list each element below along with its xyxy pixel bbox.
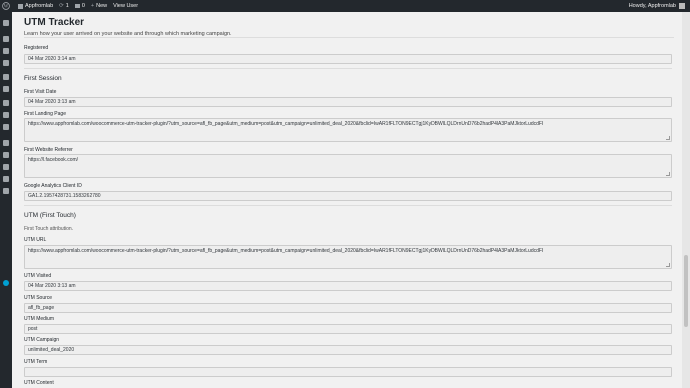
admin-sidebar	[0, 12, 12, 388]
products-icon[interactable]	[3, 100, 9, 106]
page-scrollbar[interactable]	[682, 12, 690, 388]
first-session-heading: First Session	[24, 75, 62, 82]
registered-field[interactable]: 04 Mar 2020 3:14 am	[24, 54, 672, 64]
first-website-referrer-field[interactable]: https://l.facebook.com/	[24, 154, 672, 178]
utm-content-label: UTM Content	[24, 380, 54, 386]
appearance-icon[interactable]	[3, 124, 9, 130]
pin-icon[interactable]	[3, 188, 9, 194]
first-landing-page-field[interactable]: https://www.appfromlab.com/woocommerce-u…	[24, 118, 672, 142]
utm-visited-field[interactable]: 04 Mar 2020 3:13 am	[24, 281, 672, 291]
wordpress-icon[interactable]: W	[0, 0, 12, 12]
first-visit-date-label: First Visit Date	[24, 89, 57, 95]
media-icon[interactable]	[3, 48, 9, 54]
settings-icon[interactable]	[3, 176, 9, 182]
collapse-icon[interactable]	[3, 280, 9, 286]
ga-client-id-field[interactable]: GA1.2.1957428731.1583262780	[24, 191, 672, 201]
utm-medium-label: UTM Medium	[24, 316, 55, 322]
divider	[24, 68, 672, 69]
woocommerce-icon[interactable]	[3, 86, 9, 92]
pages-icon[interactable]	[3, 60, 9, 66]
tools-icon[interactable]	[3, 164, 9, 170]
ga-client-id-label: Google Analytics Client ID	[24, 183, 82, 189]
pin-icon[interactable]	[3, 36, 9, 42]
first-website-referrer-label: First Website Referrer	[24, 147, 73, 153]
utm-source-field[interactable]: afl_fb_page	[24, 303, 672, 313]
utm-url-label: UTM URL	[24, 237, 47, 243]
comments-icon[interactable]	[3, 74, 9, 80]
utm-term-label: UTM Term	[24, 359, 48, 365]
utm-source-label: UTM Source	[24, 295, 53, 301]
first-visit-date-field[interactable]: 04 Mar 2020 3:13 am	[24, 97, 672, 107]
home-icon	[18, 3, 23, 9]
utm-campaign-label: UTM Campaign	[24, 337, 60, 343]
utm-note: First Touch attribution.	[24, 226, 74, 232]
first-landing-page-label: First Landing Page	[24, 111, 66, 117]
dashboard-icon[interactable]	[3, 20, 9, 26]
plugins-icon[interactable]	[3, 140, 9, 146]
utm-term-field[interactable]	[24, 367, 672, 377]
svg-text:W: W	[4, 5, 9, 10]
utm-visited-label: UTM Visited	[24, 273, 52, 279]
divider	[24, 205, 672, 206]
analytics-icon[interactable]	[3, 112, 9, 118]
utm-heading: UTM (First Touch)	[24, 212, 76, 219]
utm-campaign-field[interactable]: unlimited_deal_2020	[24, 345, 672, 355]
scrollbar-thumb[interactable]	[684, 255, 688, 327]
avatar	[679, 3, 685, 9]
utm-url-field[interactable]: https://www.appfromlab.com/woocommerce-u…	[24, 245, 672, 269]
users-icon[interactable]	[3, 152, 9, 158]
utm-medium-field[interactable]: post	[24, 324, 672, 334]
registered-label: Registered	[24, 45, 49, 51]
